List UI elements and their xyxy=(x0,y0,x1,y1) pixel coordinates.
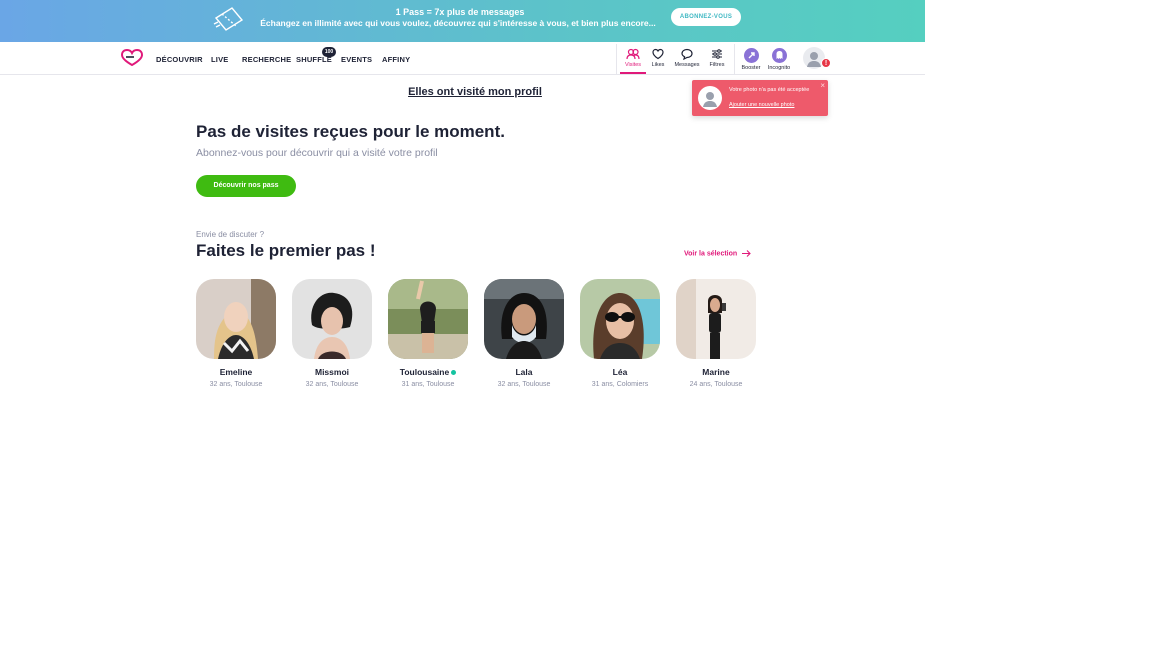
empty-state-subtitle: Abonnez-vous pour découvrir qui a visité… xyxy=(196,147,438,159)
promo-title: 1 Pass = 7x plus de messages xyxy=(395,7,525,17)
nav-decouvrir[interactable]: DÉCOUVRIR xyxy=(156,55,203,64)
profile-photo[interactable] xyxy=(292,279,372,359)
visits-section-title[interactable]: Elles ont visité mon profil xyxy=(350,86,600,98)
tool-likes[interactable]: Likes xyxy=(643,48,673,68)
profile-name: Marine xyxy=(702,367,730,377)
avatar-placeholder-icon xyxy=(703,92,717,107)
profile-name: Emeline xyxy=(219,367,253,377)
promo-banner: 1 Pass = 7x plus de messages Échangez en… xyxy=(0,0,925,42)
profile-age-city: 32 ans, Toulouse xyxy=(305,381,359,388)
photo-rejected-toast: Votre photo n'a pas été acceptée Ajouter… xyxy=(692,80,828,116)
toast-message: Votre photo n'a pas été acceptée xyxy=(729,87,810,93)
booster-icon xyxy=(743,48,759,63)
profile-name: Léa xyxy=(612,367,628,377)
tool-booster-label: Booster xyxy=(741,65,761,71)
profile-card[interactable]: Missmoi 32 ans, Toulouse xyxy=(292,279,372,388)
profile-photo[interactable] xyxy=(388,279,468,359)
tool-messages[interactable]: Messages xyxy=(672,48,702,68)
nav-live[interactable]: LIVE xyxy=(211,55,228,64)
profile-age-city: 32 ans, Toulouse xyxy=(497,381,551,388)
profile-suggestions: Emeline 32 ans, Toulouse Missmoi 32 ans,… xyxy=(196,279,756,399)
profile-name: Toulousaine xyxy=(388,367,468,377)
profile-name: Missmoi xyxy=(314,367,349,377)
tool-incognito[interactable]: Incognito xyxy=(764,48,794,71)
profile-age-city: 31 ans, Toulouse xyxy=(401,381,455,388)
chat-eyebrow: Envie de discuter ? xyxy=(196,230,265,239)
profile-card[interactable]: Marine 24 ans, Toulouse xyxy=(676,279,756,388)
discover-passes-button[interactable]: Découvrir nos pass xyxy=(196,175,296,197)
tool-filtres[interactable]: Filtres xyxy=(702,48,732,68)
empty-state-title: Pas de visites reçues pour le moment. xyxy=(196,122,505,141)
nav-events[interactable]: EVENTS xyxy=(341,55,372,64)
tool-filtres-label: Filtres xyxy=(709,62,725,68)
active-tab-indicator xyxy=(620,72,646,74)
profile-name: Lala xyxy=(515,367,533,377)
online-status-dot xyxy=(451,370,457,376)
profile-photo[interactable] xyxy=(484,279,564,359)
nav-divider xyxy=(616,44,617,74)
profile-card[interactable]: Emeline 32 ans, Toulouse xyxy=(196,279,276,388)
arrow-right-icon xyxy=(742,250,751,257)
subscribe-button[interactable]: ABONNEZ-VOUS xyxy=(671,8,741,26)
tool-likes-label: Likes xyxy=(651,62,665,68)
profile-name-text: Toulousaine xyxy=(399,367,450,377)
logo-icon[interactable] xyxy=(121,49,143,67)
nav-divider xyxy=(734,44,735,74)
ticket-icon xyxy=(213,7,244,31)
nav-recherche[interactable]: RECHERCHE xyxy=(242,55,291,64)
profile-card[interactable]: Toulousaine 31 ans, Toulouse xyxy=(388,279,468,388)
profile-card[interactable]: Léa 31 ans, Colomiers xyxy=(580,279,660,388)
heart-icon xyxy=(652,48,664,60)
profile-photo[interactable] xyxy=(676,279,756,359)
nav-affiny[interactable]: AFFINY xyxy=(382,55,410,64)
promo-subtitle: Échangez en illimité avec qui vous voule… xyxy=(260,18,656,28)
see-selection-link[interactable]: Voir la sélection xyxy=(684,250,751,257)
avatar-alert-badge: ! xyxy=(821,58,831,68)
shuffle-count-badge: 100 xyxy=(322,47,336,57)
filter-sliders-icon xyxy=(712,49,722,59)
incognito-icon xyxy=(771,48,787,63)
toast-avatar xyxy=(698,86,722,110)
tool-messages-label: Messages xyxy=(674,62,700,68)
chat-bubble-icon xyxy=(681,48,693,60)
profile-age-city: 32 ans, Toulouse xyxy=(209,381,263,388)
toast-close-icon[interactable]: × xyxy=(820,81,825,90)
top-navbar: DÉCOUVRIR LIVE RECHERCHE SHUFFLE 100 EVE… xyxy=(0,42,925,75)
profile-age-city: 24 ans, Toulouse xyxy=(689,381,743,388)
tool-incognito-label: Incognito xyxy=(767,65,791,71)
first-step-title: Faites le premier pas ! xyxy=(196,241,376,260)
profile-age-city: 31 ans, Colomiers xyxy=(591,381,649,388)
add-photo-link[interactable]: Ajouter une nouvelle photo xyxy=(729,102,794,108)
profile-photo[interactable] xyxy=(580,279,660,359)
see-selection-label: Voir la sélection xyxy=(684,250,738,258)
visitors-icon xyxy=(626,48,640,60)
profile-card[interactable]: Lala 32 ans, Toulouse xyxy=(484,279,564,388)
tool-booster[interactable]: Booster xyxy=(736,48,766,71)
profile-photo[interactable] xyxy=(196,279,276,359)
